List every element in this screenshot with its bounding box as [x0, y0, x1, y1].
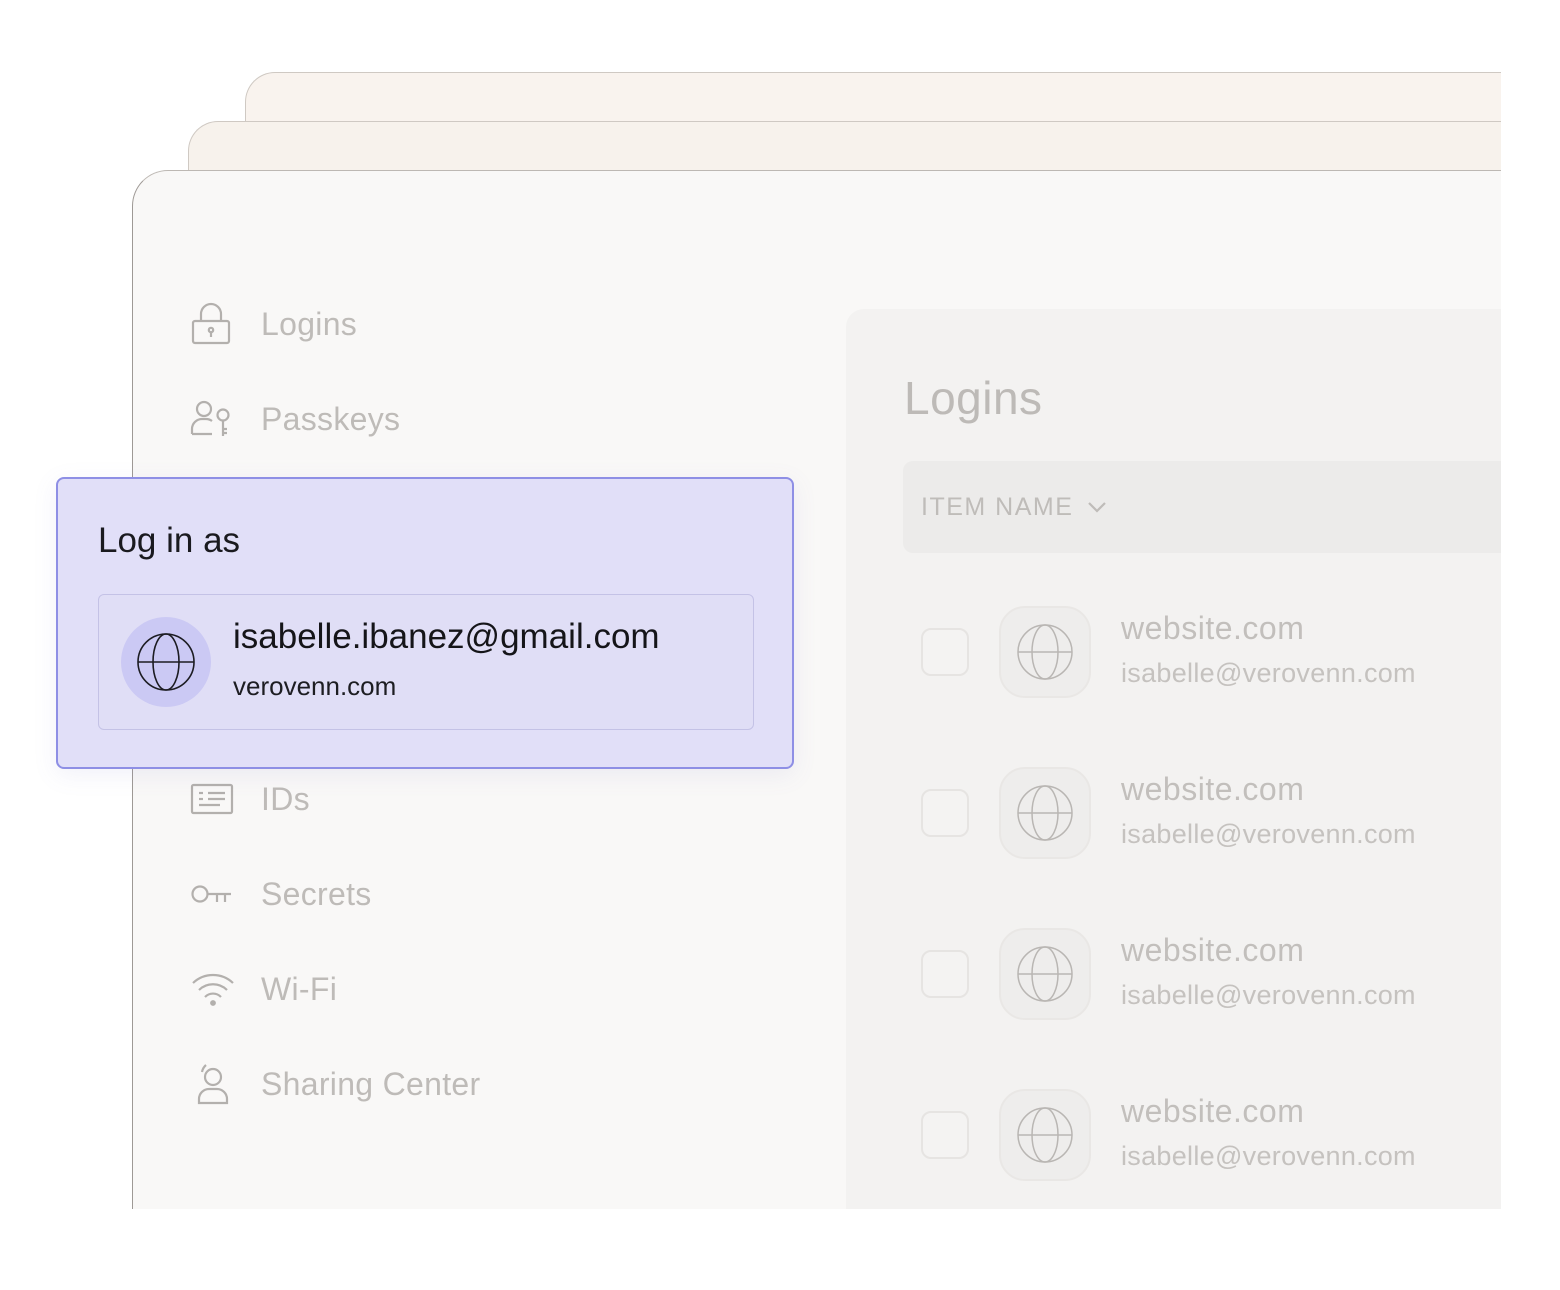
column-header-item-name[interactable]: ITEM NAME [903, 461, 1501, 553]
row-site-name: website.com [1121, 1093, 1305, 1129]
table-row[interactable]: website.com isabelle@verovenn.com [921, 926, 1481, 1026]
globe-icon [121, 617, 211, 707]
popup-title: Log in as [98, 521, 241, 560]
row-username: isabelle@verovenn.com [1121, 980, 1416, 1010]
globe-icon [999, 928, 1091, 1020]
wifi-icon [190, 966, 236, 1012]
sidebar-item-label: Wi-Fi [261, 970, 338, 1007]
row-site-name: website.com [1121, 932, 1305, 968]
row-checkbox[interactable] [921, 789, 969, 837]
page-title: Logins [904, 372, 1043, 424]
row-checkbox[interactable] [921, 1111, 969, 1159]
login-as-popup: Log in as isabelle.ibanez@gmail.com vero… [56, 477, 794, 769]
row-site-name: website.com [1121, 610, 1305, 646]
row-site-name: website.com [1121, 771, 1305, 807]
lock-icon [190, 301, 236, 347]
globe-icon [999, 606, 1091, 698]
sidebar-item-sharing-center[interactable]: Sharing Center [190, 1059, 480, 1109]
globe-icon [999, 1089, 1091, 1181]
sidebar-item-label: Secrets [261, 875, 372, 912]
chevron-down-icon [1087, 501, 1107, 513]
sidebar-item-label: IDs [261, 780, 310, 817]
globe-icon [999, 767, 1091, 859]
passkey-icon [190, 396, 236, 442]
sidebar-item-label: Passkeys [261, 400, 401, 437]
row-checkbox[interactable] [921, 950, 969, 998]
column-header-label: ITEM NAME [921, 492, 1074, 521]
sidebar-item-label: Sharing Center [261, 1065, 481, 1102]
login-option-domain: verovenn.com [233, 671, 397, 701]
table-row[interactable]: website.com isabelle@verovenn.com [921, 765, 1481, 865]
logins-panel: Logins ITEM NAME website.com isabelle@ve… [846, 309, 1501, 1209]
row-checkbox[interactable] [921, 628, 969, 676]
stage: Logins Passkeys IDs Secrets Wi-Fi Sharin… [0, 0, 1560, 1290]
sidebar-item-passkeys[interactable]: Passkeys [190, 394, 400, 444]
login-option-email: isabelle.ibanez@gmail.com [233, 617, 660, 656]
table-row[interactable]: website.com isabelle@verovenn.com [921, 1087, 1481, 1187]
login-option[interactable]: isabelle.ibanez@gmail.com verovenn.com [98, 594, 754, 730]
id-card-icon [190, 776, 236, 822]
key-icon [190, 871, 236, 917]
sidebar-item-secrets[interactable]: Secrets [190, 869, 372, 919]
sharing-icon [190, 1061, 236, 1107]
row-username: isabelle@verovenn.com [1121, 658, 1416, 688]
row-username: isabelle@verovenn.com [1121, 1141, 1416, 1171]
row-username: isabelle@verovenn.com [1121, 819, 1416, 849]
table-row[interactable]: website.com isabelle@verovenn.com [921, 604, 1481, 704]
sidebar-item-ids[interactable]: IDs [190, 774, 310, 824]
sidebar-item-label: Logins [261, 305, 358, 342]
sidebar-item-wifi[interactable]: Wi-Fi [190, 964, 337, 1014]
sidebar-item-logins[interactable]: Logins [190, 299, 357, 349]
